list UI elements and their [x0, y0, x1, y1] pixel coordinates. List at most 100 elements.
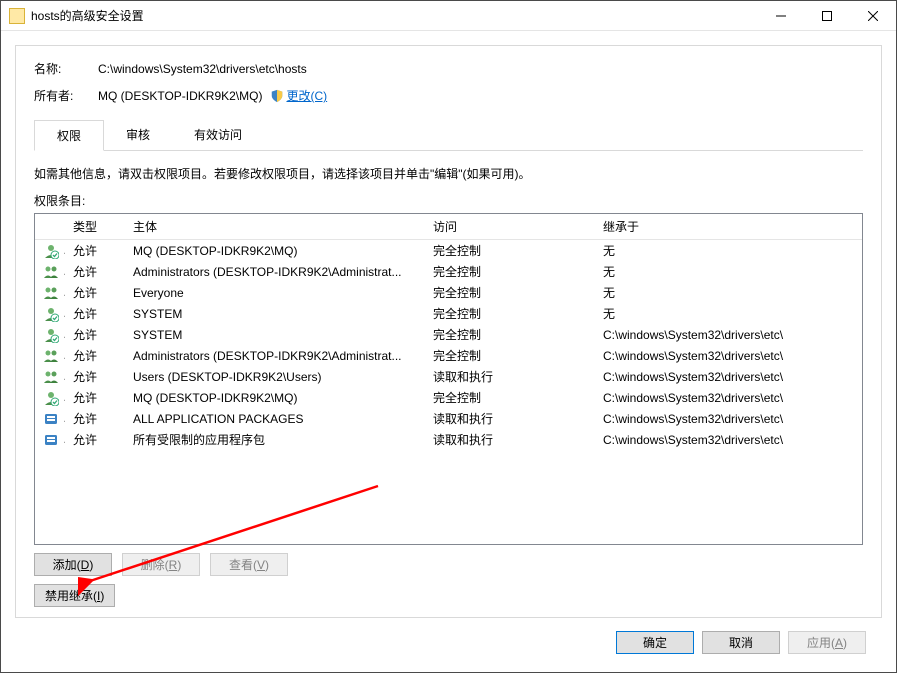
- cell-access: 完全控制: [425, 282, 595, 303]
- table-row[interactable]: 允许Administrators (DESKTOP-IDKR9K2\Admini…: [35, 345, 862, 366]
- cell-type: 允许: [65, 240, 125, 262]
- cell-inherited: 无: [595, 303, 862, 324]
- package-icon: [43, 411, 59, 427]
- folder-icon: [9, 8, 25, 24]
- permission-table: 类型 主体 访问 继承于 允许MQ (DESKTOP-IDKR9K2\MQ)完全…: [35, 214, 862, 450]
- owner-row: 所有者: MQ (DESKTOP-IDKR9K2\MQ) 更改(C): [34, 87, 863, 104]
- cell-access: 读取和执行: [425, 366, 595, 387]
- cell-inherited: 无: [595, 240, 862, 262]
- cell-inherited: C:\windows\System32\drivers\etc\: [595, 345, 862, 366]
- tab-permissions[interactable]: 权限: [34, 120, 104, 151]
- tab-bar: 权限 审核 有效访问: [34, 120, 863, 151]
- content-area: 名称: C:\windows\System32\drivers\etc\host…: [1, 31, 896, 672]
- cell-type: 允许: [65, 429, 125, 450]
- table-row[interactable]: 允许ALL APPLICATION PACKAGES读取和执行C:\window…: [35, 408, 862, 429]
- user-icon: [43, 306, 59, 322]
- maximize-icon: [822, 11, 832, 21]
- cell-access: 完全控制: [425, 345, 595, 366]
- col-principal[interactable]: 主体: [125, 214, 425, 240]
- window-title: hosts的高级安全设置: [31, 7, 144, 24]
- table-row[interactable]: 允许Administrators (DESKTOP-IDKR9K2\Admini…: [35, 261, 862, 282]
- apply-button[interactable]: 应用(A): [788, 631, 866, 654]
- cell-principal: MQ (DESKTOP-IDKR9K2\MQ): [125, 387, 425, 408]
- cancel-button[interactable]: 取消: [702, 631, 780, 654]
- user-icon: [43, 390, 59, 406]
- close-button[interactable]: [850, 1, 896, 31]
- info-text: 如需其他信息，请双击权限项目。若要修改权限项目，请选择该项目并单击"编辑"(如果…: [34, 165, 863, 182]
- cell-principal: MQ (DESKTOP-IDKR9K2\MQ): [125, 240, 425, 262]
- cell-type: 允许: [65, 345, 125, 366]
- cell-type: 允许: [65, 303, 125, 324]
- group-icon: [43, 285, 59, 301]
- add-button[interactable]: 添加(D): [34, 553, 112, 576]
- cell-inherited: C:\windows\System32\drivers\etc\: [595, 429, 862, 450]
- inherit-button-row: 禁用继承(I): [34, 584, 863, 607]
- cell-access: 完全控制: [425, 240, 595, 262]
- name-row: 名称: C:\windows\System32\drivers\etc\host…: [34, 60, 863, 77]
- cell-access: 完全控制: [425, 303, 595, 324]
- user-icon: [43, 243, 59, 259]
- table-row[interactable]: 允许MQ (DESKTOP-IDKR9K2\MQ)完全控制C:\windows\…: [35, 387, 862, 408]
- table-row[interactable]: 允许MQ (DESKTOP-IDKR9K2\MQ)完全控制无: [35, 240, 862, 262]
- list-label: 权限条目:: [34, 192, 863, 209]
- col-type[interactable]: 类型: [65, 214, 125, 240]
- cell-inherited: C:\windows\System32\drivers\etc\: [595, 366, 862, 387]
- disable-inheritance-button[interactable]: 禁用继承(I): [34, 584, 115, 607]
- cell-type: 允许: [65, 387, 125, 408]
- cell-type: 允许: [65, 366, 125, 387]
- name-label: 名称:: [34, 60, 98, 77]
- cell-access: 读取和执行: [425, 429, 595, 450]
- cell-principal: 所有受限制的应用程序包: [125, 429, 425, 450]
- inner-panel: 名称: C:\windows\System32\drivers\etc\host…: [15, 45, 882, 618]
- shield-icon: [270, 89, 284, 103]
- cell-principal: Administrators (DESKTOP-IDKR9K2\Administ…: [125, 345, 425, 366]
- group-icon: [43, 264, 59, 280]
- action-button-row: 添加(D) 删除(R) 查看(V): [34, 553, 863, 576]
- view-button[interactable]: 查看(V): [210, 553, 288, 576]
- package-icon: [43, 432, 59, 448]
- table-row[interactable]: 允许SYSTEM完全控制无: [35, 303, 862, 324]
- group-icon: [43, 348, 59, 364]
- title-bar: hosts的高级安全设置: [1, 1, 896, 31]
- cell-access: 完全控制: [425, 324, 595, 345]
- cell-principal: SYSTEM: [125, 303, 425, 324]
- minimize-button[interactable]: [758, 1, 804, 31]
- user-icon: [43, 327, 59, 343]
- table-row[interactable]: 允许SYSTEM完全控制C:\windows\System32\drivers\…: [35, 324, 862, 345]
- cell-type: 允许: [65, 324, 125, 345]
- cell-access: 完全控制: [425, 261, 595, 282]
- table-row[interactable]: 允许Users (DESKTOP-IDKR9K2\Users)读取和执行C:\w…: [35, 366, 862, 387]
- permission-list[interactable]: 类型 主体 访问 继承于 允许MQ (DESKTOP-IDKR9K2\MQ)完全…: [34, 213, 863, 545]
- col-inherited[interactable]: 继承于: [595, 214, 862, 240]
- dialog-footer: 确定 取消 应用(A): [15, 618, 882, 666]
- cell-principal: Everyone: [125, 282, 425, 303]
- remove-button[interactable]: 删除(R): [122, 553, 200, 576]
- owner-value: MQ (DESKTOP-IDKR9K2\MQ): [98, 89, 262, 103]
- tab-effective-access[interactable]: 有效访问: [172, 120, 264, 150]
- cell-inherited: C:\windows\System32\drivers\etc\: [595, 408, 862, 429]
- ok-button[interactable]: 确定: [616, 631, 694, 654]
- owner-label: 所有者:: [34, 87, 98, 104]
- change-owner-link[interactable]: 更改(C): [286, 87, 327, 104]
- col-access[interactable]: 访问: [425, 214, 595, 240]
- cell-inherited: 无: [595, 261, 862, 282]
- cell-inherited: C:\windows\System32\drivers\etc\: [595, 324, 862, 345]
- name-value: C:\windows\System32\drivers\etc\hosts: [98, 62, 307, 76]
- maximize-button[interactable]: [804, 1, 850, 31]
- close-icon: [868, 11, 878, 21]
- cell-inherited: 无: [595, 282, 862, 303]
- cell-access: 读取和执行: [425, 408, 595, 429]
- table-row[interactable]: 允许Everyone完全控制无: [35, 282, 862, 303]
- cell-type: 允许: [65, 261, 125, 282]
- cell-principal: ALL APPLICATION PACKAGES: [125, 408, 425, 429]
- cell-principal: SYSTEM: [125, 324, 425, 345]
- col-icon[interactable]: [35, 214, 65, 240]
- group-icon: [43, 369, 59, 385]
- cell-inherited: C:\windows\System32\drivers\etc\: [595, 387, 862, 408]
- cell-principal: Administrators (DESKTOP-IDKR9K2\Administ…: [125, 261, 425, 282]
- table-row[interactable]: 允许所有受限制的应用程序包读取和执行C:\windows\System32\dr…: [35, 429, 862, 450]
- tab-audit[interactable]: 审核: [104, 120, 172, 150]
- advanced-security-window: hosts的高级安全设置 名称: C:\windows\System32\dri…: [0, 0, 897, 673]
- cell-type: 允许: [65, 408, 125, 429]
- minimize-icon: [776, 11, 786, 21]
